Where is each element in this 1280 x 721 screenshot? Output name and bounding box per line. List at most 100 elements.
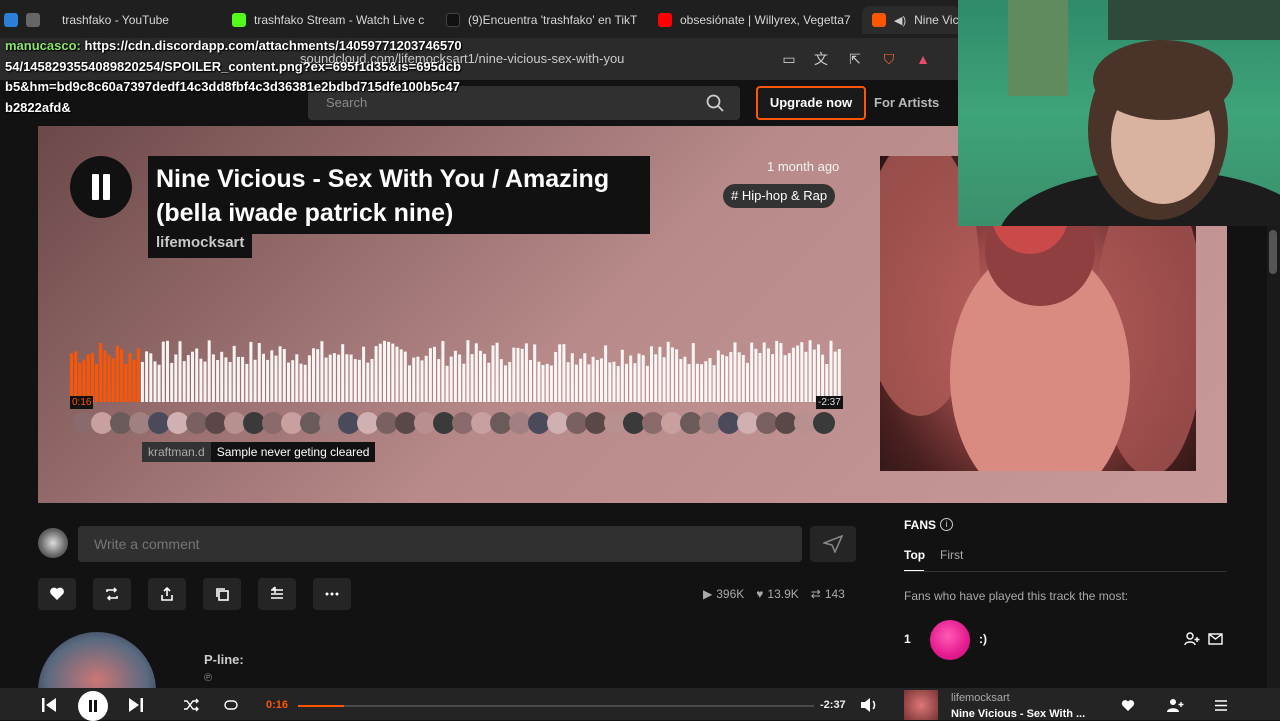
pause-button[interactable] (70, 156, 132, 218)
comment-avatar[interactable] (813, 412, 835, 434)
track-artist[interactable]: lifemocksart (148, 232, 253, 258)
previous-icon[interactable] (40, 696, 58, 714)
genre-tag[interactable]: # Hip-hop & Rap (723, 184, 836, 208)
player-artist[interactable]: lifemocksart (951, 692, 1010, 704)
comment-avatar[interactable] (490, 412, 512, 434)
player-pause-button[interactable] (78, 691, 108, 721)
queue-icon[interactable] (1214, 699, 1228, 712)
tab-soundcloud[interactable]: ◀) Nine Vici (862, 6, 960, 34)
send-comment-button[interactable] (810, 526, 856, 562)
waveform-bar (583, 353, 587, 402)
add-to-next-up-button[interactable] (258, 578, 296, 610)
comment-avatars-strip[interactable] (70, 410, 842, 436)
tab-youtube-2[interactable]: obsesiónate | Willyrex, Vegetta7 (658, 6, 850, 34)
share-icon[interactable]: ⇱ (846, 50, 864, 68)
comment-avatar[interactable] (661, 412, 683, 434)
comment-avatar[interactable] (243, 412, 265, 434)
player-like-icon[interactable] (1121, 699, 1135, 712)
waveform-bar (412, 357, 416, 402)
player-follow-icon[interactable] (1167, 698, 1184, 713)
waveform-bar (307, 355, 311, 402)
comment-avatar[interactable] (699, 412, 721, 434)
comment-avatar[interactable] (756, 412, 778, 434)
artist-avatar[interactable] (38, 632, 156, 692)
comment-avatar[interactable] (262, 412, 284, 434)
cast-icon[interactable]: ▭ (780, 50, 798, 68)
volume-icon[interactable] (860, 697, 878, 713)
translate-icon[interactable]: 文 (812, 50, 830, 68)
tab-kick[interactable]: trashfako Stream - Watch Live c (232, 6, 428, 34)
comment-avatar[interactable] (395, 412, 417, 434)
comment-avatar[interactable] (414, 412, 436, 434)
fan-avatar[interactable] (930, 620, 970, 660)
player-progress-bar[interactable] (298, 705, 814, 707)
comment-input[interactable] (78, 526, 802, 562)
comment-avatar[interactable] (224, 412, 246, 434)
copy-link-button[interactable] (203, 578, 241, 610)
comment-avatar[interactable] (623, 412, 645, 434)
waveform-bar (474, 343, 478, 402)
comment-username[interactable]: kraftman.d (142, 442, 211, 462)
shuffle-icon[interactable] (183, 698, 199, 712)
comment-avatar[interactable] (338, 412, 360, 434)
share-button[interactable] (148, 578, 186, 610)
comment-avatar[interactable] (205, 412, 227, 434)
playlist-add-icon (271, 586, 283, 599)
comment-avatar[interactable] (433, 412, 455, 434)
comment-avatar[interactable] (680, 412, 702, 434)
scrollbar[interactable] (1267, 226, 1280, 688)
waveform-bar (591, 356, 595, 402)
comment-avatar[interactable] (642, 412, 664, 434)
player-title[interactable]: Nine Vicious - Sex With ... (951, 708, 1089, 720)
comment-avatar[interactable] (585, 412, 607, 434)
like-button[interactable] (38, 578, 76, 610)
brave-rewards-icon[interactable]: ▲ (914, 50, 932, 68)
next-icon[interactable] (127, 696, 145, 714)
tab-first[interactable]: First (940, 548, 963, 562)
comment-avatar[interactable] (110, 412, 132, 434)
tab-tiktok[interactable]: (9)Encuentra 'trashfako' en TikT (446, 6, 640, 34)
browser-menu-icons[interactable] (4, 6, 60, 34)
fan-name[interactable]: :) (979, 632, 987, 646)
message-icon[interactable] (1208, 633, 1223, 645)
comment-avatar[interactable] (281, 412, 303, 434)
waveform-bar (349, 354, 353, 402)
comment-avatar[interactable] (794, 412, 816, 434)
abc-icon (26, 13, 40, 27)
comment-avatar[interactable] (604, 412, 626, 434)
for-artists-link[interactable]: For Artists (874, 95, 939, 110)
repeat-icon[interactable] (223, 698, 239, 712)
comment-avatar[interactable] (319, 412, 341, 434)
comment-avatar[interactable] (72, 412, 94, 434)
comment-avatar[interactable] (471, 412, 493, 434)
comment-avatar[interactable] (148, 412, 170, 434)
search-icon[interactable] (706, 94, 724, 112)
comment-avatar[interactable] (718, 412, 740, 434)
comment-avatar[interactable] (167, 412, 189, 434)
comment-avatar[interactable] (376, 412, 398, 434)
follow-user-icon[interactable] (1184, 631, 1200, 647)
comment-avatar[interactable] (566, 412, 588, 434)
waveform[interactable] (70, 340, 842, 410)
repost-button[interactable] (93, 578, 131, 610)
comment-avatar[interactable] (91, 412, 113, 434)
comment-avatar[interactable] (509, 412, 531, 434)
more-button[interactable] (313, 578, 351, 610)
comment-avatar[interactable] (547, 412, 569, 434)
tab-top[interactable]: Top (904, 548, 925, 562)
comment-avatar[interactable] (775, 412, 797, 434)
player-artwork[interactable] (904, 690, 938, 720)
comment-avatar[interactable] (528, 412, 550, 434)
info-icon[interactable]: i (940, 518, 953, 531)
upgrade-button[interactable]: Upgrade now (756, 86, 866, 120)
tab-youtube[interactable]: trashfako - YouTube (62, 6, 222, 34)
waveform-bar (199, 358, 203, 402)
comment-avatar[interactable] (737, 412, 759, 434)
comment-avatar[interactable] (357, 412, 379, 434)
comment-avatar[interactable] (186, 412, 208, 434)
brave-shield-icon[interactable]: ⛉ (880, 50, 898, 68)
comment-avatar[interactable] (452, 412, 474, 434)
comment-avatar[interactable] (300, 412, 322, 434)
comment-avatar[interactable] (129, 412, 151, 434)
scrollbar-thumb[interactable] (1269, 230, 1277, 274)
